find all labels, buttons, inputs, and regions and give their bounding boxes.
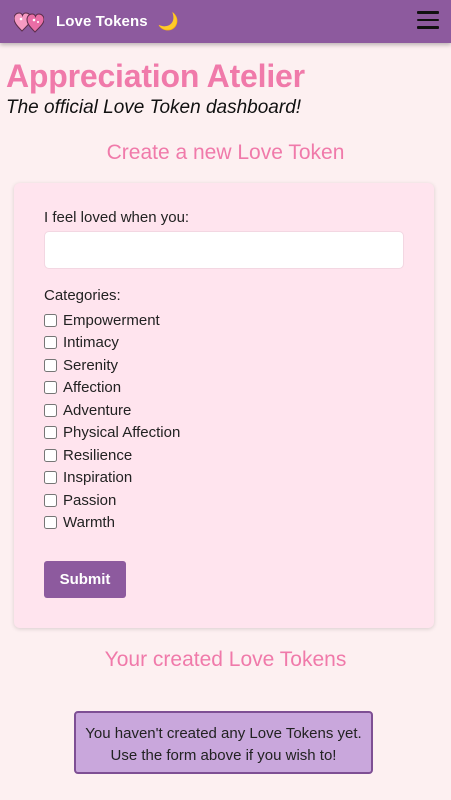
category-checkbox-resilience[interactable] [44,448,57,462]
category-checkbox-passion[interactable] [44,493,57,507]
category-item: Intimacy [44,332,180,355]
page-title: Appreciation Atelier [6,58,305,94]
category-item: Passion [44,489,180,512]
top-navbar: Love Tokens 🌙 [0,0,451,43]
category-label[interactable]: Serenity [63,357,118,374]
category-checkbox-empowerment[interactable] [44,313,57,327]
empty-notice-line-2: Use the form above if you wish to! [110,747,337,764]
submit-button[interactable]: Submit [44,561,126,598]
category-checkbox-physical-affection[interactable] [44,426,57,440]
empty-tokens-notice: You haven't created any Love Tokens yet.… [74,711,373,774]
category-checkbox-intimacy[interactable] [44,336,57,350]
category-label[interactable]: Adventure [63,402,131,419]
category-label[interactable]: Affection [63,379,121,396]
create-section-heading: Create a new Love Token [106,141,345,164]
categories-list: Empowerment Intimacy Serenity Affection … [44,309,180,534]
category-checkbox-inspiration[interactable] [44,471,57,485]
category-checkbox-affection[interactable] [44,381,57,395]
category-item: Empowerment [44,309,180,332]
page-subtitle: The official Love Token dashboard! [6,97,302,118]
category-item: Affection [44,377,180,400]
category-checkbox-warmth[interactable] [44,516,57,530]
category-item: Physical Affection [44,422,180,445]
loved-when-label: I feel loved when you: [44,209,190,226]
category-item: Inspiration [44,467,180,490]
moon-icon[interactable]: 🌙 [158,13,179,30]
hamburger-menu-icon[interactable] [417,8,439,32]
category-label[interactable]: Warmth [63,514,115,531]
category-label[interactable]: Inspiration [63,469,132,486]
loved-when-input[interactable] [44,231,404,269]
category-label[interactable]: Passion [63,492,116,509]
category-checkbox-serenity[interactable] [44,358,57,372]
category-item: Adventure [44,399,180,422]
empty-notice-line-1: You haven't created any Love Tokens yet. [85,725,362,742]
category-item: Resilience [44,444,180,467]
brand-title: Love Tokens [56,13,148,30]
created-tokens-heading: Your created Love Tokens [104,648,347,671]
brand-link[interactable]: Love Tokens 🌙 [0,0,179,43]
love-tokens-logo-icon [14,11,44,33]
category-label[interactable]: Empowerment [63,312,160,329]
category-label[interactable]: Intimacy [63,334,119,351]
create-token-form: I feel loved when you: Categories: Empow… [14,183,434,628]
category-label[interactable]: Physical Affection [63,424,180,441]
categories-label: Categories: [44,287,121,304]
category-item: Serenity [44,354,180,377]
category-checkbox-adventure[interactable] [44,403,57,417]
category-label[interactable]: Resilience [63,447,132,464]
category-item: Warmth [44,512,180,535]
